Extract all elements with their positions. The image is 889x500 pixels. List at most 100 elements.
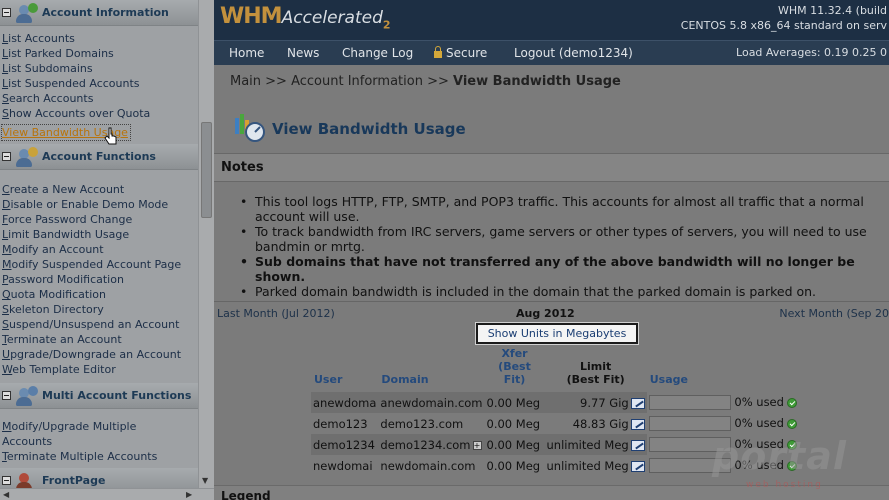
sidebar-item-modify-upgrade-multiple[interactable]: Modify/Upgrade Multiple (2, 419, 198, 434)
sidebar-list-multi-account-functions: Modify/Upgrade Multiple Accounts Termina… (0, 409, 198, 464)
edit-limit-icon[interactable] (630, 397, 645, 409)
cell-xfer: 0.00 Meg (484, 392, 545, 413)
notes-list: This tool logs HTTP, FTP, SMTP, and POP3… (236, 194, 886, 299)
note-item: This tool logs HTTP, FTP, SMTP, and POP3… (236, 194, 886, 224)
note-item: Sub domains that have not transferred an… (236, 254, 886, 284)
edit-limit-icon[interactable] (630, 439, 645, 451)
sidebar-section-account-information[interactable]: Account Information (0, 0, 198, 26)
sidebar-item-skeleton-directory[interactable]: Skeleton Directory (2, 302, 198, 317)
sidebar-item-list-accounts[interactable]: List Accounts (2, 31, 198, 46)
page-title: View Bandwidth Usage (272, 120, 466, 138)
sidebar-item-create-account[interactable]: Create a New Account (2, 182, 198, 197)
scroll-down-icon[interactable]: ▼ (202, 476, 208, 485)
cell-xfer: 0.00 Meg (486, 416, 541, 431)
sidebar-list-account-functions: Create a New Account Disable or Enable D… (0, 170, 198, 377)
sidebar: Account Information List Accounts List P… (0, 0, 198, 488)
sidebar-item-list-suspended-accounts[interactable]: List Suspended Accounts (2, 76, 198, 91)
version-line: WHM 11.32.4 (build (778, 4, 887, 17)
multi-account-functions-icon (13, 385, 39, 407)
sidebar-item-force-password-change[interactable]: Force Password Change (2, 212, 198, 227)
sidebar-item-terminate-multiple[interactable]: Terminate Multiple Accounts (2, 449, 198, 464)
sidebar-section-frontpage[interactable]: FrontPage (0, 468, 198, 488)
sidebar-item-suspend-account[interactable]: Suspend/Unsuspend an Account (2, 317, 198, 332)
cell-limit: unlimited Meg (545, 455, 647, 476)
sidebar-item-password-modification[interactable]: Password Modification (2, 272, 198, 287)
col-limit[interactable]: Limit (Best Fit) (545, 347, 647, 392)
sidebar-section-multi-account-functions[interactable]: Multi Account Functions (0, 383, 198, 409)
sidebar-scrollbar[interactable]: ▼ (198, 0, 214, 488)
server-info: WHM 11.32.4 (build CENTOS 5.8 x86_64 sta… (681, 3, 887, 33)
sidebar-section-title: FrontPage (42, 474, 106, 487)
nav-secure[interactable]: Secure (434, 46, 487, 60)
nav-logout[interactable]: Logout (demo1234) (514, 46, 633, 60)
show-units-megabytes-button[interactable]: Show Units in Megabytes (476, 323, 638, 344)
bandwidth-gauge-icon (235, 114, 265, 142)
os-line: CENTOS 5.8 x86_64 standard on serv (680, 19, 887, 32)
expand-icon[interactable]: + (472, 440, 482, 450)
top-header: WHMAccelerated2 WHM 11.32.4 (build CENTO… (214, 0, 889, 40)
status-ok-icon (786, 418, 797, 429)
col-usage[interactable]: Usage (647, 347, 799, 392)
note-item: Parked domain bandwidth is included in t… (236, 284, 886, 299)
lock-icon (434, 46, 442, 58)
table-row: anewdoma anewdomain.com 0.00 Meg 9.77 Gi… (311, 392, 799, 413)
edit-limit-icon[interactable] (630, 460, 645, 472)
next-month-link[interactable]: Next Month (Sep 20 (779, 307, 889, 320)
scroll-left-icon[interactable]: ◀ (3, 490, 9, 499)
nav-news[interactable]: News (287, 46, 319, 60)
cell-limit: 48.83 Gig (545, 413, 647, 434)
sidebar-item-terminate-account[interactable]: Terminate an Account (2, 332, 198, 347)
sidebar-item-web-template-editor[interactable]: Web Template Editor (2, 362, 198, 377)
sidebar-item-list-subdomains[interactable]: List Subdomains (2, 61, 198, 76)
scrollbar-thumb[interactable] (201, 122, 212, 218)
frontpage-icon (13, 470, 39, 488)
sidebar-item-show-accounts-over-quota[interactable]: Show Accounts over Quota (2, 106, 198, 121)
sidebar-item-search-accounts[interactable]: Search Accounts (2, 91, 198, 106)
last-month-link[interactable]: Last Month (Jul 2012) (217, 307, 335, 320)
status-ok-icon (786, 397, 797, 408)
sidebar-item-modify-upgrade-multiple-cont[interactable]: Accounts (2, 434, 198, 449)
sidebar-section-account-functions[interactable]: Account Functions (0, 144, 198, 170)
collapse-icon[interactable] (2, 476, 11, 485)
cell-user: demo123 (313, 416, 368, 431)
sidebar-item-quota-modification[interactable]: Quota Modification (2, 287, 198, 302)
cell-domain: demo1234.com + (378, 434, 485, 455)
sidebar-item-demo-mode[interactable]: Disable or Enable Demo Mode (2, 197, 198, 212)
sidebar-item-modify-suspended-page[interactable]: Modify Suspended Account Page (2, 257, 198, 272)
nav-change-log[interactable]: Change Log (342, 46, 413, 60)
usage-bar (648, 416, 731, 431)
watermark-sub: web hosting (746, 480, 823, 490)
col-domain[interactable]: Domain (378, 347, 484, 392)
cell-user: newdomai (313, 458, 373, 473)
edit-limit-icon[interactable] (630, 418, 645, 430)
breadcrumb-path[interactable]: Main >> Account Information >> (230, 74, 453, 89)
note-item: To track bandwidth from IRC servers, gam… (236, 224, 886, 254)
nav-home[interactable]: Home (229, 46, 264, 60)
sidebar-section-title: Account Information (42, 6, 169, 19)
cell-user: anewdoma (311, 392, 379, 413)
cell-domain: newdomain.com (380, 458, 476, 473)
cell-limit: unlimited Meg (544, 434, 647, 455)
cell-xfer: 0.00 Meg (486, 458, 541, 473)
collapse-icon[interactable] (2, 8, 11, 17)
whm-logo: WHMAccelerated2 (220, 4, 390, 32)
col-xfer[interactable]: Xfer (Best Fit) (485, 347, 545, 392)
sidebar-item-limit-bandwidth[interactable]: Limit Bandwidth Usage (2, 227, 198, 242)
load-averages: Load Averages: 0.19 0.25 0 (736, 46, 887, 59)
sidebar-item-upgrade-downgrade[interactable]: Upgrade/Downgrade an Account (2, 347, 198, 362)
collapse-icon[interactable] (2, 152, 11, 161)
cell-usage: 0% used (647, 413, 799, 434)
sidebar-horizontal-scrollbar[interactable]: ◀ ▶ (0, 488, 214, 500)
portal-watermark: portal web hosting (712, 434, 862, 494)
notes-title: Notes (221, 160, 264, 175)
cell-usage: 0% used (647, 392, 799, 413)
sidebar-item-modify-account[interactable]: Modify an Account (2, 242, 198, 257)
collapse-icon[interactable] (2, 391, 11, 400)
watermark-brand: portal (712, 434, 847, 478)
col-user[interactable]: User (311, 347, 378, 392)
sidebar-item-list-parked-domains[interactable]: List Parked Domains (2, 46, 198, 61)
scroll-right-icon[interactable]: ▶ (186, 490, 192, 499)
top-nav: Home News Change Log Secure Logout (demo… (214, 40, 889, 65)
account-information-icon (13, 2, 39, 24)
account-functions-icon (13, 146, 39, 168)
